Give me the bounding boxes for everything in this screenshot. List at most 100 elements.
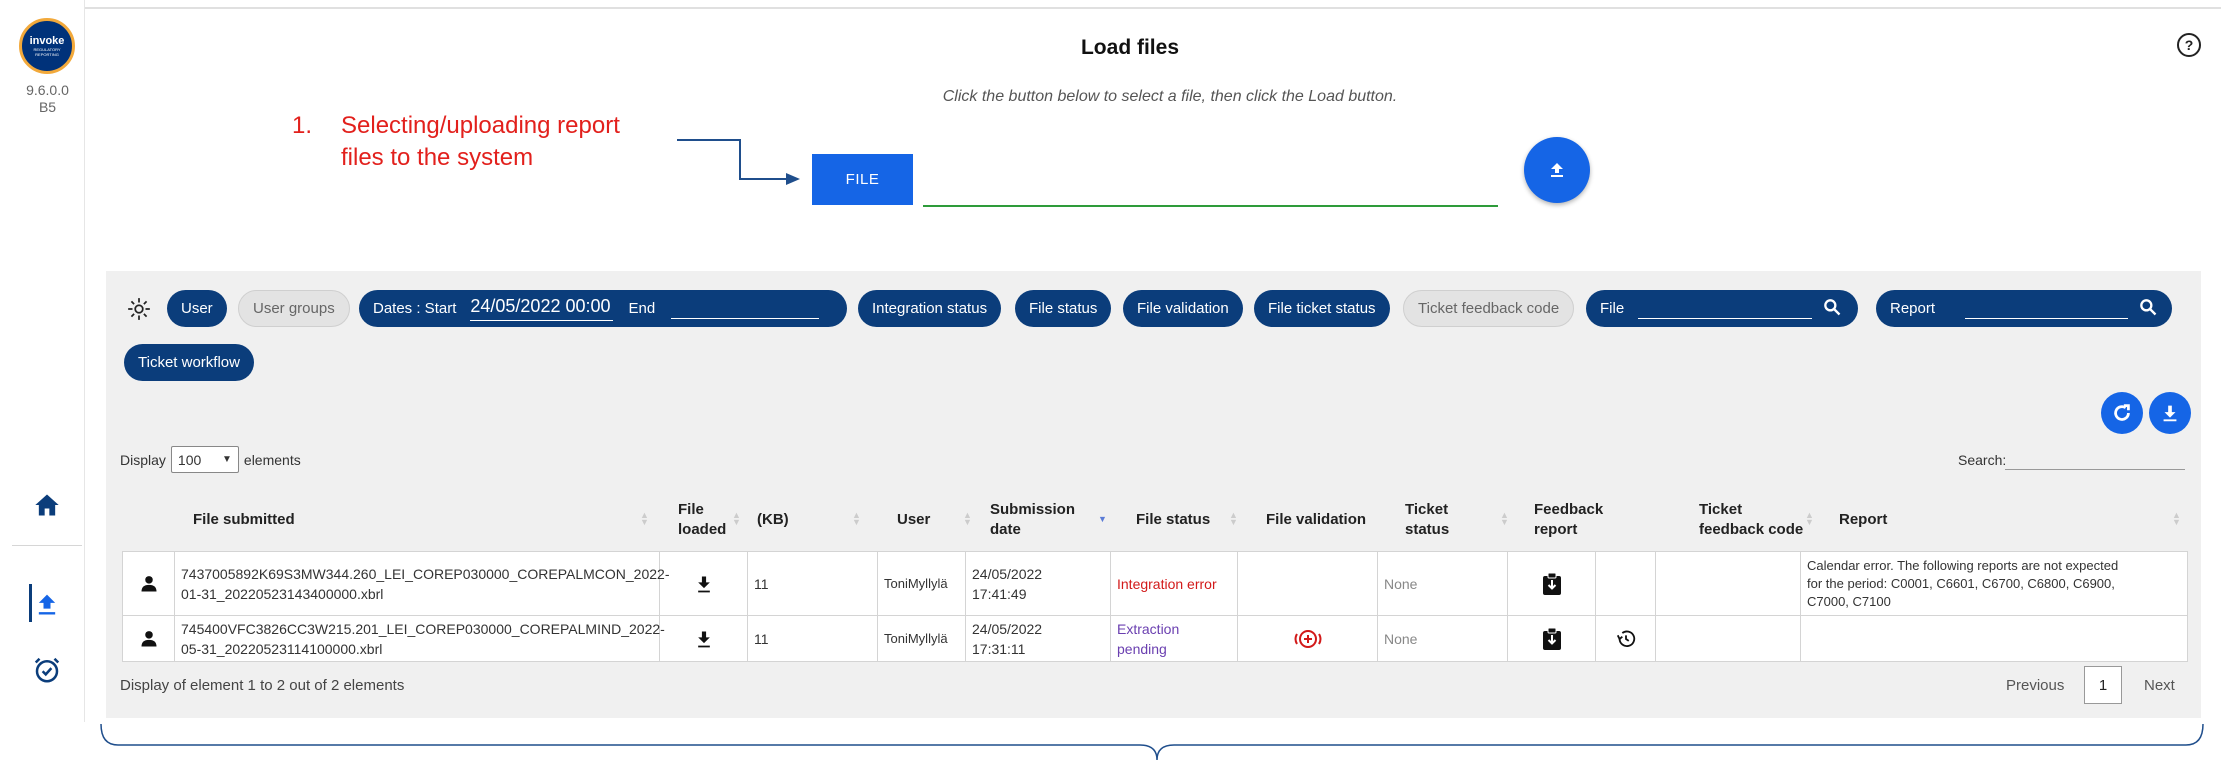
col-feedback-report[interactable]: Feedback report [1534, 492, 1634, 548]
app-version: 9.6.0.0 B5 [0, 82, 95, 116]
sort-icon[interactable]: ▲ ▼ [963, 511, 972, 527]
col-report[interactable]: Report [1839, 492, 1939, 548]
page-length-control: Display 100 ▼ elements [120, 446, 301, 473]
upload-icon[interactable] [30, 587, 64, 621]
dates-end-label: End [628, 300, 656, 317]
file-download-button[interactable] [660, 552, 748, 615]
table-search-label: Search: [1958, 452, 2007, 468]
date-line1: 24/05/2022 [972, 620, 1043, 637]
page-length-value: 100 [177, 451, 202, 468]
download-icon [2163, 405, 2177, 422]
file-name-line2: 05-31_20220523114100000.xbrl [181, 640, 383, 657]
refresh-icon [2114, 404, 2130, 421]
table-row[interactable]: 7437005892K69S3MW344.260_LEI_COREP030000… [122, 551, 2188, 616]
sort-icon[interactable]: ▲ ▼ [640, 511, 649, 527]
filter-user[interactable]: User [167, 290, 227, 327]
filter-file-status[interactable]: File status [1015, 290, 1112, 327]
col-submission-date[interactable]: Submission date [990, 492, 1090, 548]
previous-page-button[interactable]: Previous [2006, 666, 2064, 704]
filter-file-search[interactable]: File [1586, 290, 1858, 327]
table-row[interactable]: 745400VFC3826CC3W215.201_LEI_COREP030000… [122, 615, 2188, 662]
search-icon[interactable] [2138, 297, 2158, 321]
col-feedback-line2: report [1534, 521, 1578, 538]
help-icon[interactable]: ? [2177, 33, 2201, 57]
file-name-line1: 745400VFC3826CC3W215.201_LEI_COREP030000… [181, 620, 665, 637]
pagination: 1 [2084, 666, 2122, 704]
file-search-input[interactable] [1638, 299, 1813, 319]
col-user[interactable]: User [897, 492, 957, 548]
upload-icon [1551, 163, 1563, 177]
sort-icon[interactable]: ▲ ▼ [1805, 511, 1814, 527]
filter-user-groups[interactable]: User groups [238, 290, 350, 327]
file-name-field[interactable] [923, 205, 1498, 207]
kb-cell: 11 [748, 552, 878, 615]
rail-divider [12, 545, 82, 546]
report-line2: for the period: C0001, C6601, C6700, C68… [1807, 575, 2115, 591]
col-ticket-feedback-line1: Ticket [1699, 501, 1743, 518]
download-icon [697, 576, 710, 592]
filter-file-ticket-status[interactable]: File ticket status [1254, 290, 1390, 327]
export-button[interactable] [2149, 392, 2191, 434]
annotation-line-2: files to the system [341, 144, 534, 171]
sort-icon[interactable]: ▲ ▼ [1500, 511, 1509, 527]
col-feedback-line1: Feedback [1534, 501, 1604, 518]
report-search-input[interactable] [1965, 299, 2128, 319]
col-file-status[interactable]: File status [1136, 492, 1236, 548]
sort-icon[interactable]: ▲ ▼ [852, 511, 861, 527]
submission-date-cell: 24/05/2022 17:41:49 [966, 552, 1111, 615]
col-file-submitted[interactable]: File submitted [193, 492, 713, 548]
file-download-button[interactable] [660, 616, 748, 661]
date-line1: 24/05/2022 [972, 565, 1043, 582]
filter-integration-status[interactable]: Integration status [858, 290, 1002, 327]
file-search-label: File [1600, 300, 1625, 317]
filter-ticket-feedback-code[interactable]: Ticket feedback code [1403, 290, 1575, 327]
report-cell [1801, 616, 2188, 661]
filter-file-validation[interactable]: File validation [1123, 290, 1243, 327]
col-kb[interactable]: (KB) [757, 492, 817, 548]
filter-ticket-workflow[interactable]: Ticket workflow [124, 344, 254, 381]
search-icon[interactable] [1822, 297, 1842, 321]
time-line: 17:41:49 [972, 585, 1027, 602]
dates-end-input[interactable] [671, 299, 820, 319]
home-icon[interactable] [30, 488, 64, 522]
report-search-label: Report [1890, 300, 1936, 317]
sort-icon[interactable]: ▲ ▼ [1229, 511, 1238, 527]
table-search-input[interactable] [2005, 469, 2185, 470]
dates-start-input[interactable]: 24/05/2022 00:00 [470, 296, 613, 321]
col-ticket-status[interactable]: Ticket status [1405, 492, 1485, 548]
load-upload-button[interactable] [1524, 137, 1590, 203]
file-select-button[interactable]: FILE [812, 154, 913, 205]
annotation-line-1: Selecting/uploading report [341, 112, 620, 139]
file-name-line1: 7437005892K69S3MW344.260_LEI_COREP030000… [181, 565, 670, 582]
person-icon [123, 552, 175, 615]
col-file-validation[interactable]: File validation [1266, 492, 1386, 548]
gear-icon[interactable] [126, 296, 152, 322]
ticket-feedback-code-cell [1656, 552, 1801, 615]
report-line3: C7000, C7100 [1807, 593, 1891, 609]
clipboard-download-icon[interactable] [1508, 616, 1596, 661]
col-ticket-feedback-code[interactable]: Ticket feedback code [1699, 492, 1819, 548]
sort-desc-icon[interactable]: ▼ [1098, 515, 1107, 524]
page-length-select[interactable]: 100 ▼ [170, 446, 239, 473]
file-validation-cell [1238, 552, 1378, 615]
refresh-button[interactable] [2101, 392, 2143, 434]
page-title: Load files [1080, 36, 1180, 59]
sort-icon[interactable]: ▲ ▼ [732, 511, 741, 527]
version-build: B5 [38, 99, 57, 115]
chevron-down-icon: ▼ [222, 454, 232, 465]
add-circle-icon[interactable] [1238, 616, 1378, 661]
page-number-button[interactable]: 1 [2084, 666, 2122, 704]
ticket-feedback-code-cell [1656, 616, 1801, 661]
clipboard-download-icon[interactable] [1508, 552, 1596, 615]
invoke-logo[interactable]: invoke REGULATORY REPORTING [19, 18, 75, 74]
next-page-button[interactable]: Next [2144, 666, 2175, 704]
alarm-clock-icon[interactable] [30, 653, 64, 687]
sort-icon[interactable]: ▲ ▼ [2172, 511, 2181, 527]
file-submitted-cell: 745400VFC3826CC3W215.201_LEI_COREP030000… [175, 616, 665, 661]
report-line1: Calendar error. The following reports ar… [1807, 557, 2119, 573]
filter-report-search[interactable]: Report [1876, 290, 2172, 327]
file-status-cell: Extraction pending [1111, 616, 1238, 661]
filter-dates[interactable]: Dates : Start 24/05/2022 00:00 End [359, 290, 847, 327]
history-icon[interactable] [1596, 616, 1656, 661]
col-ticket-status-line1: Ticket [1405, 501, 1449, 518]
